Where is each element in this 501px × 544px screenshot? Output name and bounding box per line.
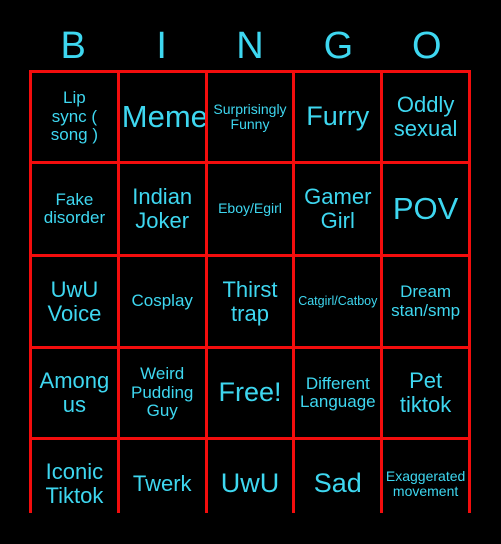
bingo-cell[interactable]: Eboy/Egirl: [207, 164, 293, 254]
bingo-cell[interactable]: Indian Joker: [119, 164, 205, 254]
bingo-header-letter-g: G: [323, 25, 354, 67]
bingo-cell-label: Lip sync ( song ): [50, 88, 99, 145]
bingo-cell-label: UwU: [220, 468, 280, 499]
bingo-grid: Lip sync ( song ) Meme Surprisingly Funny F…: [29, 70, 471, 528]
bingo-cell[interactable]: UwU Voice: [32, 257, 117, 346]
bingo-cell[interactable]: Pet tiktok: [383, 349, 468, 437]
bingo-cell-label: Among us: [39, 368, 110, 417]
bingo-cell[interactable]: Furry: [295, 73, 381, 161]
bingo-cell-label: Indian Joker: [132, 184, 193, 233]
bingo-cell-label: Thirst trap: [222, 276, 278, 326]
bingo-cell-label: Exaggerated movement: [385, 467, 466, 499]
bingo-cell[interactable]: Iconic Tiktok: [32, 440, 117, 528]
bingo-cell[interactable]: Oddly sexual: [383, 73, 468, 161]
bingo-cell[interactable]: Meme: [119, 73, 205, 161]
bingo-cell[interactable]: Weird Pudding Guy: [119, 349, 205, 437]
bingo-cell-label: UwU Voice: [47, 276, 102, 326]
bingo-cell[interactable]: Different Language: [295, 349, 381, 437]
bingo-cell-label: Different Language: [299, 373, 376, 411]
bingo-cell-label: Meme: [121, 99, 205, 135]
bingo-cell-label: Gamer Girl: [304, 184, 372, 233]
bingo-cell-label: Eboy/Egirl: [218, 200, 282, 217]
bingo-cell[interactable]: Lip sync ( song ): [32, 73, 117, 161]
bingo-card: B I N G O Lip sync ( song ) Meme Surprisin…: [0, 0, 501, 544]
bingo-cell-label: Cosplay: [131, 291, 193, 311]
bingo-cell[interactable]: Exaggerated movement: [383, 440, 468, 528]
bingo-free-cell[interactable]: Free!: [207, 349, 293, 437]
bingo-cell[interactable]: Gamer Girl: [295, 164, 381, 254]
bingo-header-letter-o: O: [412, 25, 442, 67]
bingo-cell[interactable]: Cosplay: [119, 257, 205, 346]
bingo-cell-label: Weird Pudding Guy: [131, 364, 194, 421]
bingo-cell-label: Sad: [313, 468, 362, 499]
bingo-cell[interactable]: Catgirl/Catboy: [295, 257, 381, 346]
bingo-cell[interactable]: UwU: [207, 440, 293, 528]
bingo-cell-label: POV: [392, 191, 459, 227]
bingo-header-letter-i: I: [156, 25, 167, 67]
bingo-header-letter-b: B: [60, 25, 86, 67]
bingo-cell[interactable]: Sad: [295, 440, 381, 528]
bingo-cell-label: Dream stan/smp: [391, 282, 461, 320]
bingo-cell-label: Surprisingly Funny: [213, 100, 287, 132]
bingo-cell[interactable]: Fake disorder: [32, 164, 117, 254]
bingo-cell-label: Oddly sexual: [393, 92, 458, 141]
bingo-cell-label: Catgirl/Catboy: [298, 293, 378, 308]
bingo-cell-label: Iconic Tiktok: [45, 459, 104, 508]
bingo-cell[interactable]: Surprisingly Funny: [207, 73, 293, 161]
bingo-cell-label: Fake disorder: [43, 189, 106, 227]
bingo-cell-label: Furry: [306, 101, 370, 132]
bingo-cell[interactable]: Twerk: [119, 440, 205, 528]
bingo-cell[interactable]: Thirst trap: [207, 257, 293, 346]
bingo-cell[interactable]: Dream stan/smp: [383, 257, 468, 346]
bingo-header-letters: B I N G O: [29, 22, 471, 70]
bingo-cell-label: Free!: [218, 377, 282, 408]
bingo-header-letter-n: N: [236, 25, 264, 67]
bingo-cell[interactable]: Among us: [32, 349, 117, 437]
bingo-cell-label: Pet tiktok: [399, 368, 452, 417]
bingo-cell[interactable]: POV: [383, 164, 468, 254]
bingo-cell-label: Twerk: [132, 471, 192, 497]
